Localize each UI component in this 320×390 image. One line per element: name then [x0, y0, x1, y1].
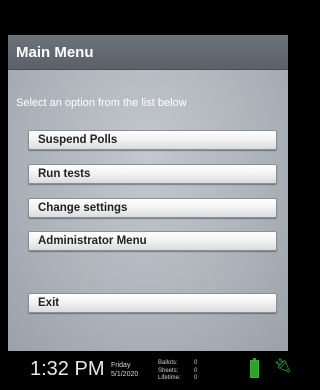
date-info: Friday 5/1/2020	[111, 361, 138, 379]
ballots-row: Ballots: 0	[158, 360, 197, 368]
sheets-label: Sheets:	[158, 367, 179, 374]
page-title: Main Menu	[16, 44, 94, 61]
suspend-polls-label: Suspend Polls	[38, 134, 118, 146]
main-screen: Main Menu Select an option from the list…	[8, 35, 288, 351]
exit-label: Exit	[38, 297, 60, 309]
run-tests-button[interactable]: Run tests	[28, 164, 277, 184]
ballots-label: Ballots:	[158, 360, 178, 366]
power-plug-icon: 🔌︎	[274, 357, 292, 373]
instruction-text: Select an option from the list below	[16, 97, 187, 109]
exit-button[interactable]: Exit	[28, 293, 277, 313]
change-settings-button[interactable]: Change settings	[28, 198, 277, 218]
title-bar: Main Menu	[8, 35, 288, 70]
lifetime-label: Lifetime:	[158, 375, 181, 381]
sheets-count: 0	[194, 367, 198, 374]
day-of-week: Friday	[111, 362, 131, 369]
lifetime-count: 0	[194, 375, 198, 381]
run-tests-label: Run tests	[38, 168, 91, 180]
status-bar: 1:32 PM Friday 5/1/2020 Ballots: 0 Sheet…	[8, 351, 292, 390]
ballots-count: 0	[194, 360, 198, 366]
battery-icon	[250, 358, 259, 378]
administrator-menu-button[interactable]: Administrator Menu	[28, 231, 277, 251]
lifetime-row: Lifetime: 0	[158, 375, 197, 383]
sheets-row: Sheets: 0	[158, 367, 197, 376]
suspend-polls-button[interactable]: Suspend Polls	[28, 130, 277, 150]
clock-time: 1:32 PM	[30, 358, 105, 380]
ballot-counters: Ballots: 0 Sheets: 0 Lifetime: 0	[158, 360, 197, 383]
change-settings-label: Change settings	[38, 202, 128, 214]
administrator-menu-label: Administrator Menu	[38, 235, 147, 247]
date: 5/1/2020	[111, 371, 139, 378]
